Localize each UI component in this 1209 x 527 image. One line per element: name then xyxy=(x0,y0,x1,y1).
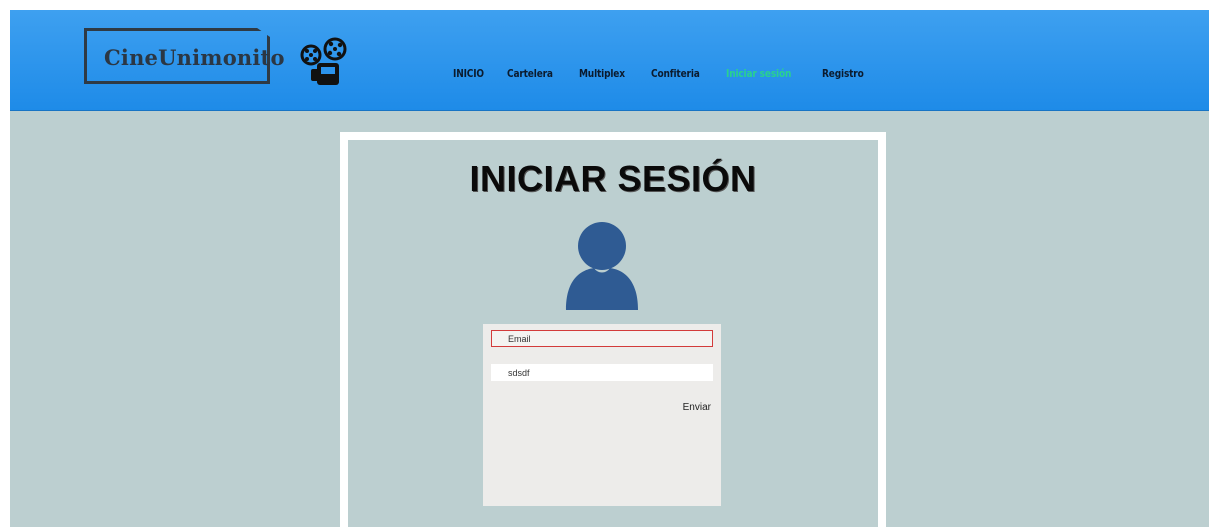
password-input[interactable] xyxy=(491,364,713,381)
nav-multiplex[interactable]: Multiplex xyxy=(579,67,625,80)
nav-iniciar-sesion[interactable]: Iniciar sesión xyxy=(726,67,791,80)
page-title: INICIAR SESIÓN xyxy=(469,158,757,199)
nav-inicio[interactable]: INICIO xyxy=(453,67,484,80)
site-logo[interactable]: CineUnimonito xyxy=(104,45,285,70)
submit-button[interactable]: Enviar xyxy=(683,402,711,413)
page: CineUnimonito INICIO Cartelera Multiplex… xyxy=(10,10,1209,527)
login-form: Enviar xyxy=(483,324,721,506)
nav-cartelera[interactable]: Cartelera xyxy=(507,67,553,80)
nav-registro[interactable]: Registro xyxy=(822,67,864,80)
login-panel: INICIAR SESIÓN Enviar xyxy=(340,132,886,527)
login-panel-inner: INICIAR SESIÓN Enviar xyxy=(348,140,878,527)
header-bar: CineUnimonito INICIO Cartelera Multiplex… xyxy=(10,10,1209,111)
nav-confiteria[interactable]: Confiteria xyxy=(651,67,700,80)
email-input[interactable] xyxy=(491,330,713,347)
user-icon xyxy=(566,222,638,310)
film-projector-icon xyxy=(300,37,347,85)
main-nav: INICIO Cartelera Multiplex Confiteria In… xyxy=(453,67,888,80)
